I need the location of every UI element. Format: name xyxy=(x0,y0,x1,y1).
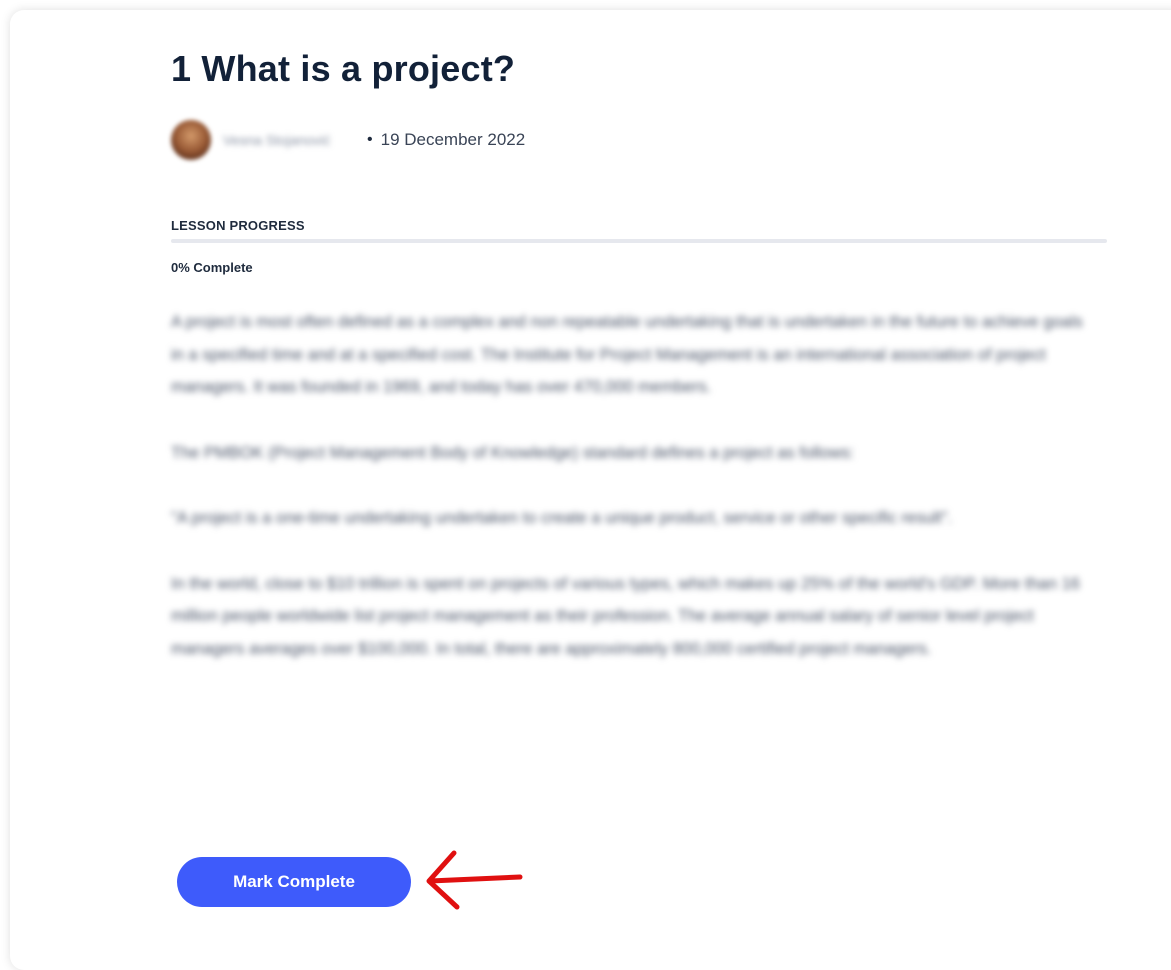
lesson-meta: Vesna Stojanović • 19 December 2022 xyxy=(171,119,525,161)
lesson-progress-status: 0% Complete xyxy=(171,260,253,275)
mark-complete-button[interactable]: Mark Complete xyxy=(177,857,411,907)
lesson-body: A project is most often defined as a com… xyxy=(171,306,1096,698)
body-paragraph: The PMBOK (Project Management Body of Kn… xyxy=(171,443,855,462)
author-name[interactable]: Vesna Stojanović xyxy=(223,132,361,148)
body-paragraph: In the world, close to $10 trillion is s… xyxy=(171,574,1080,658)
body-paragraph: "A project is a one-time undertaking und… xyxy=(171,509,953,527)
publish-date: 19 December 2022 xyxy=(380,130,526,149)
body-paragraph: A project is most often defined as a com… xyxy=(171,313,1083,396)
page-title: 1 What is a project? xyxy=(171,48,516,89)
red-arrow-left-icon xyxy=(426,850,523,910)
avatar[interactable] xyxy=(171,120,211,160)
lesson-progress-bar xyxy=(171,239,1107,243)
meta-separator: • xyxy=(367,131,373,148)
lesson-progress-label: LESSON PROGRESS xyxy=(171,218,305,233)
